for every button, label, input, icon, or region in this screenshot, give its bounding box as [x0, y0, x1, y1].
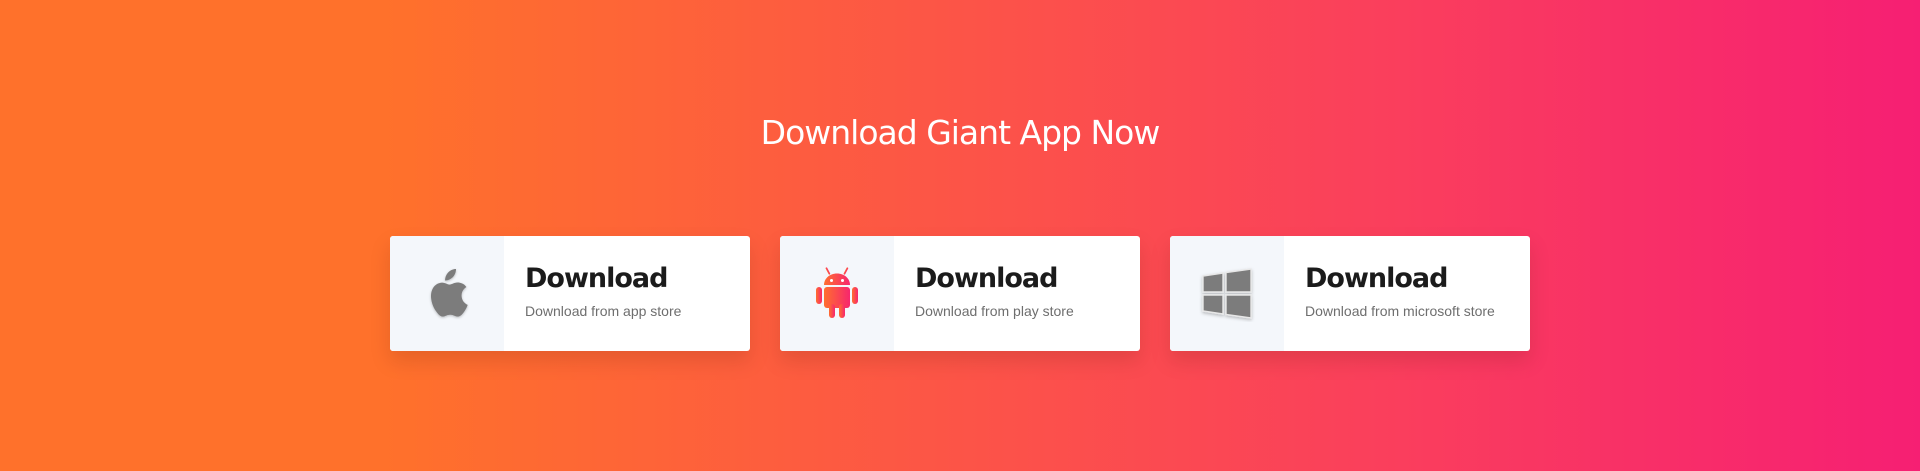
card-title: Download — [1305, 263, 1448, 294]
play-store-icon-panel — [780, 236, 894, 351]
card-title: Download — [915, 263, 1058, 294]
app-store-icon-panel — [390, 236, 504, 351]
microsoft-store-text: Download Download from microsoft store — [1305, 262, 1525, 322]
card-title: Download — [525, 263, 668, 294]
card-subtitle: Download from microsoft store — [1305, 303, 1495, 319]
microsoft-store-icon-panel — [1170, 236, 1284, 351]
play-store-download-button[interactable]: Download Download from play store — [780, 236, 1140, 351]
android-icon — [814, 266, 860, 321]
microsoft-store-download-button[interactable]: Download Download from microsoft store — [1170, 236, 1530, 351]
card-subtitle: Download from app store — [525, 303, 682, 319]
app-store-download-button[interactable]: Download Download from app store — [390, 236, 750, 351]
card-subtitle: Download from play store — [915, 303, 1074, 319]
windows-icon — [1199, 266, 1255, 322]
apple-icon — [425, 268, 469, 320]
play-store-text: Download Download from play store — [915, 262, 1135, 322]
download-section: Download Giant App Now Download Download… — [0, 0, 1920, 471]
download-cards: Download Download from app store Downloa… — [390, 236, 1530, 351]
app-store-text: Download Download from app store — [525, 262, 745, 322]
section-title: Download Giant App Now — [760, 113, 1161, 152]
